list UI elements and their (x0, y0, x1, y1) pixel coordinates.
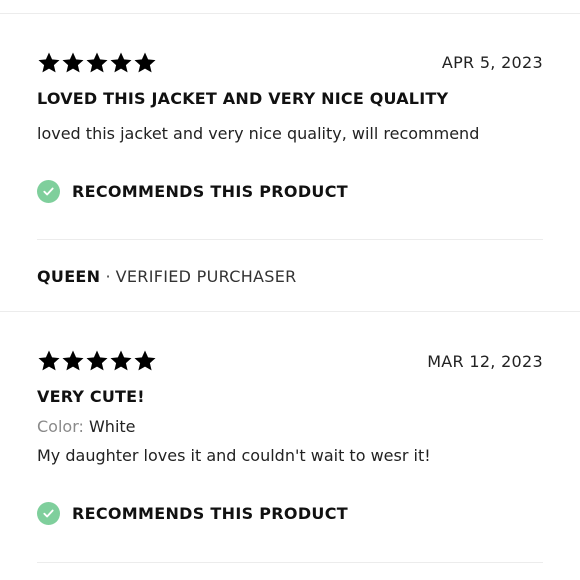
review-title: VERY CUTE! (37, 387, 145, 406)
color-value: White (88, 417, 136, 436)
star-icon (61, 349, 85, 373)
star-icon (133, 349, 157, 373)
check-icon (37, 502, 60, 525)
color-label: Color: (37, 417, 84, 436)
review-date: MAR 12, 2023 (427, 352, 543, 371)
recommends-label: RECOMMENDS THIS PRODUCT (72, 504, 348, 523)
review-body: My daughter loves it and couldn't wait t… (37, 446, 431, 465)
review-card: MAR 12, 2023 VERY CUTE! Color: White My … (0, 0, 580, 580)
review-divider (37, 562, 543, 563)
star-rating (37, 349, 157, 373)
star-icon (37, 349, 61, 373)
color-attribute: Color: White (37, 417, 136, 436)
star-icon (85, 349, 109, 373)
star-icon (109, 349, 133, 373)
recommends-product: RECOMMENDS THIS PRODUCT (37, 502, 348, 525)
